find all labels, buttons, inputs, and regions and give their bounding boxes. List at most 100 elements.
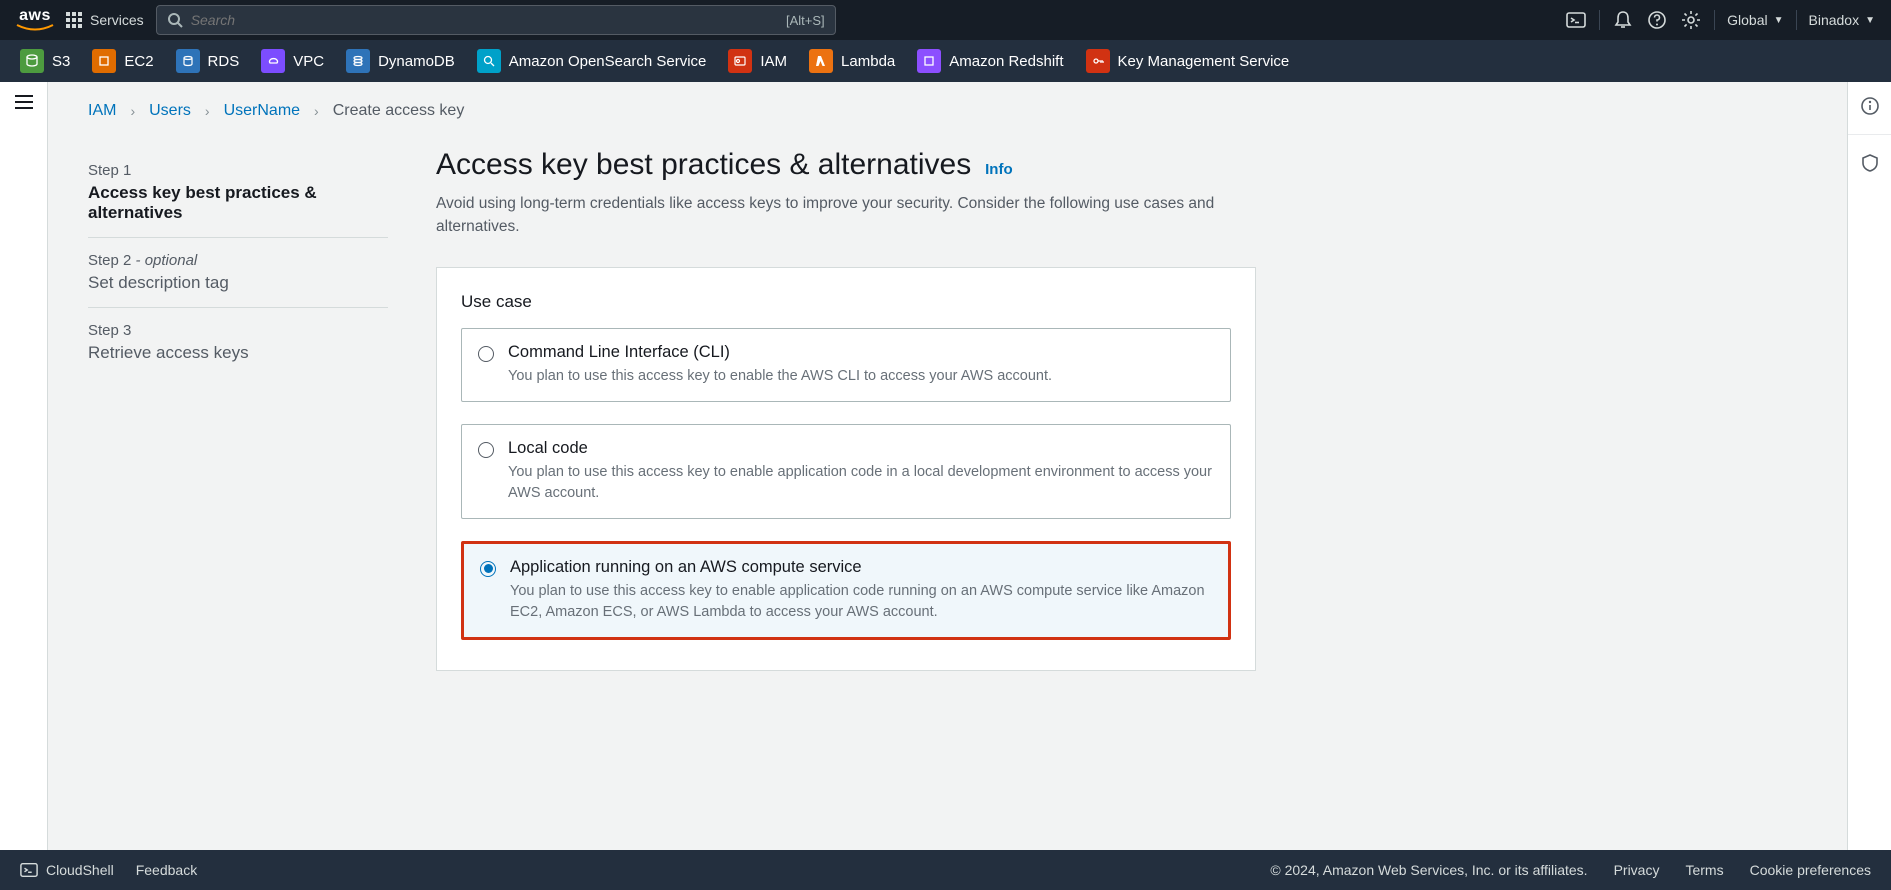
step-title: Access key best practices & alternatives	[88, 183, 388, 223]
kms-icon	[1086, 49, 1110, 73]
settings-button[interactable]	[1680, 9, 1702, 31]
cloudshell-icon	[20, 861, 38, 879]
page-title: Access key best practices & alternatives	[436, 148, 971, 181]
gear-icon	[1681, 10, 1701, 30]
step-title: Retrieve access keys	[88, 343, 388, 363]
search-icon	[167, 12, 183, 28]
info-link[interactable]: Info	[985, 161, 1013, 178]
dynamodb-icon	[346, 49, 370, 73]
page-subtitle: Avoid using long-term credentials like a…	[436, 192, 1216, 239]
svc-label: Amazon Redshift	[949, 53, 1063, 70]
vpc-icon	[261, 49, 285, 73]
redshift-icon	[917, 49, 941, 73]
svc-shortcut-lambda[interactable]: Lambda	[809, 49, 895, 73]
iam-icon	[728, 49, 752, 73]
search-input[interactable]	[183, 12, 786, 28]
svc-shortcut-kms[interactable]: Key Management Service	[1086, 49, 1290, 73]
rds-icon	[176, 49, 200, 73]
svc-shortcut-vpc[interactable]: VPC	[261, 49, 324, 73]
bell-icon	[1613, 10, 1633, 30]
svc-label: IAM	[760, 53, 787, 70]
shield-icon	[1860, 153, 1880, 173]
feedback-link[interactable]: Feedback	[136, 862, 197, 878]
services-menu-button[interactable]: Services	[66, 12, 144, 28]
region-label: Global	[1727, 12, 1767, 28]
search-shortcut: [Alt+S]	[786, 13, 825, 28]
step-label: Step 3	[88, 322, 388, 339]
side-nav-toggle[interactable]	[14, 94, 34, 110]
footer-bar: CloudShell Feedback © 2024, Amazon Web S…	[0, 850, 1891, 890]
lambda-icon	[809, 49, 833, 73]
breadcrumb-iam[interactable]: IAM	[88, 102, 116, 120]
option-desc: You plan to use this access key to enabl…	[510, 581, 1212, 623]
s3-icon	[20, 49, 44, 73]
option-desc: You plan to use this access key to enabl…	[508, 366, 1052, 387]
option-desc: You plan to use this access key to enabl…	[508, 462, 1214, 504]
svc-shortcut-rds[interactable]: RDS	[176, 49, 240, 73]
wizard-step-3[interactable]: Step 3 Retrieve access keys	[88, 308, 388, 377]
svc-label: VPC	[293, 53, 324, 70]
aws-logo[interactable]: aws	[16, 8, 54, 32]
grid-icon	[66, 12, 82, 28]
svc-shortcut-redshift[interactable]: Amazon Redshift	[917, 49, 1063, 73]
wizard-steps: Step 1 Access key best practices & alter…	[88, 148, 388, 671]
privacy-link[interactable]: Privacy	[1614, 862, 1660, 878]
svc-label: Lambda	[841, 53, 895, 70]
breadcrumb-current: Create access key	[333, 102, 465, 120]
chevron-right-icon: ›	[314, 103, 319, 119]
services-label: Services	[90, 12, 144, 28]
breadcrumb: IAM › Users › UserName › Create access k…	[88, 102, 1428, 120]
menu-icon	[14, 94, 34, 110]
svc-shortcut-opensearch[interactable]: Amazon OpenSearch Service	[477, 49, 707, 73]
svc-label: Key Management Service	[1118, 53, 1290, 70]
cloudshell-button[interactable]: CloudShell	[20, 861, 114, 879]
svc-shortcut-iam[interactable]: IAM	[728, 49, 787, 73]
usecase-option-cli[interactable]: Command Line Interface (CLI) You plan to…	[461, 328, 1231, 402]
option-title: Local code	[508, 439, 1214, 458]
left-rail	[0, 82, 48, 850]
account-label: Binadox	[1809, 12, 1860, 28]
usecase-option-localcode[interactable]: Local code You plan to use this access k…	[461, 424, 1231, 519]
chevron-right-icon: ›	[130, 103, 135, 119]
svc-shortcut-ec2[interactable]: EC2	[92, 49, 153, 73]
radio-icon	[478, 346, 494, 362]
breadcrumb-users[interactable]: Users	[149, 102, 191, 120]
step-label: Step 2 - optional	[88, 252, 388, 269]
breadcrumb-username[interactable]: UserName	[224, 102, 300, 120]
step-label: Step 1	[88, 162, 388, 179]
terms-link[interactable]: Terms	[1685, 862, 1723, 878]
radio-icon	[478, 442, 494, 458]
step-title: Set description tag	[88, 273, 388, 293]
info-icon	[1860, 96, 1880, 116]
account-selector[interactable]: Binadox ▼	[1809, 12, 1876, 28]
cookie-prefs-link[interactable]: Cookie preferences	[1750, 862, 1871, 878]
security-panel-toggle[interactable]	[1860, 153, 1880, 173]
cloudshell-icon	[1566, 10, 1586, 30]
wizard-step-2[interactable]: Step 2 - optional Set description tag	[88, 238, 388, 308]
global-nav: aws Services [Alt+S] Global ▼ Binadox ▼	[0, 0, 1891, 40]
svc-shortcut-s3[interactable]: S3	[20, 49, 70, 73]
usecase-heading: Use case	[461, 292, 1231, 312]
svc-label: Amazon OpenSearch Service	[509, 53, 707, 70]
help-panel-toggle[interactable]	[1860, 96, 1880, 116]
opensearch-icon	[477, 49, 501, 73]
svc-label: DynamoDB	[378, 53, 455, 70]
service-shortcut-bar: S3 EC2 RDS VPC DynamoDB Amazon OpenSearc…	[0, 40, 1891, 82]
help-icon	[1647, 10, 1667, 30]
usecase-panel: Use case Command Line Interface (CLI) Yo…	[436, 267, 1256, 671]
svc-shortcut-dynamodb[interactable]: DynamoDB	[346, 49, 455, 73]
svc-label: RDS	[208, 53, 240, 70]
notifications-button[interactable]	[1612, 9, 1634, 31]
region-selector[interactable]: Global ▼	[1727, 12, 1783, 28]
chevron-down-icon: ▼	[1865, 15, 1875, 26]
help-button[interactable]	[1646, 9, 1668, 31]
radio-icon	[480, 561, 496, 577]
option-title: Command Line Interface (CLI)	[508, 343, 1052, 362]
chevron-down-icon: ▼	[1774, 15, 1784, 26]
cloudshell-icon-button[interactable]	[1565, 9, 1587, 31]
usecase-option-compute[interactable]: Application running on an AWS compute se…	[461, 541, 1231, 640]
copyright: © 2024, Amazon Web Services, Inc. or its…	[1270, 862, 1587, 878]
global-search[interactable]: [Alt+S]	[156, 5, 836, 35]
wizard-step-1[interactable]: Step 1 Access key best practices & alter…	[88, 148, 388, 238]
chevron-right-icon: ›	[205, 103, 210, 119]
